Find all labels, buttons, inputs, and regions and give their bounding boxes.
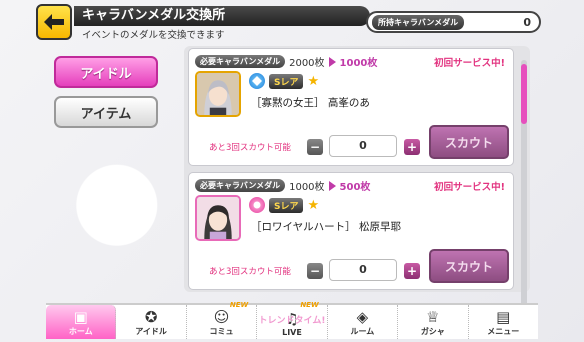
cute-attribute-icon	[249, 197, 265, 213]
bottom-nav: ▣ ホーム ✪ アイドル NEW ☺ コミュ NEW トレンドタイム! ♫ LI…	[46, 301, 538, 339]
nav-commu[interactable]: NEW ☺ コミュ	[187, 301, 258, 339]
tab-item[interactable]: アイテム	[54, 96, 158, 128]
nav-idol[interactable]: ✪ アイドル	[116, 305, 187, 339]
first-service-label: 初回サービス中!	[434, 182, 505, 193]
scrollbar[interactable]	[521, 60, 527, 336]
original-cost: 1000枚	[289, 182, 325, 193]
scout-button[interactable]: スカウト	[429, 249, 509, 283]
star-icon: ★	[307, 197, 320, 213]
attribute-row: Sレア ★	[249, 197, 319, 213]
discounted-cost: 1000枚	[339, 58, 378, 69]
nav-menu[interactable]: ▤ メニュー	[469, 305, 538, 339]
new-badge: NEW	[229, 301, 249, 309]
quantity-minus-button[interactable]: −	[307, 139, 323, 155]
nav-home[interactable]: ▣ ホーム	[46, 305, 117, 339]
quantity-plus-button[interactable]: +	[404, 139, 420, 155]
nav-label: アイドル	[135, 327, 167, 336]
page-title: キャラバンメダル交換所	[74, 6, 370, 26]
required-cost-row: 必要キャラバンメダル 2000枚 1000枚	[195, 54, 377, 69]
idol-portrait[interactable]	[195, 71, 241, 117]
arrow-right-icon	[328, 56, 336, 67]
scout-button[interactable]: スカウト	[429, 125, 509, 159]
owned-medals-value: 0	[523, 15, 531, 29]
nav-label: LIVE	[282, 328, 302, 337]
nav-label: ホーム	[68, 327, 93, 336]
required-medal-label: 必要キャラバンメダル	[195, 55, 286, 68]
quantity-plus-button[interactable]: +	[404, 263, 420, 279]
idol-portrait-image	[197, 197, 239, 239]
nav-label: コミュ	[209, 327, 234, 336]
first-service-label: 初回サービス中!	[434, 58, 505, 69]
idol-portrait-image	[197, 73, 239, 115]
rarity-badge: Sレア	[269, 73, 304, 89]
idol-portrait[interactable]	[195, 195, 241, 241]
back-button[interactable]	[36, 4, 72, 40]
home-icon: ▣	[73, 308, 88, 326]
header: キャラバンメダル交換所 イベントのメダルを交換できます	[36, 4, 370, 44]
owned-medals-display: 所持キャラバンメダル 0	[366, 11, 541, 33]
quantity-minus-button[interactable]: −	[307, 263, 323, 279]
quantity-field[interactable]: 0	[329, 259, 397, 281]
star-icon: ★	[307, 73, 320, 89]
gacha-icon: ♕	[426, 308, 440, 326]
cube-icon: ◈	[356, 308, 369, 326]
chat-icon: ☺	[213, 308, 230, 326]
arrow-right-icon	[328, 180, 336, 191]
nav-room[interactable]: ◈ ルーム	[328, 305, 399, 339]
idol-name: ［ロワイヤルハート］ 松原早耶	[251, 221, 402, 233]
scrollbar-thumb[interactable]	[521, 64, 527, 124]
required-medal-label: 必要キャラバンメダル	[195, 179, 286, 192]
idol-name: ［寡黙の女王］ 高峯のあ	[251, 97, 370, 109]
remaining-scouts: あと3回スカウト可能	[209, 267, 291, 277]
exchange-list[interactable]: 必要キャラバンメダル 2000枚 1000枚 初回サービス中! Sレア ★ ［寡…	[184, 46, 530, 336]
menu-icon: ▤	[496, 308, 511, 326]
nav-live[interactable]: NEW トレンドタイム! ♫ LIVE	[257, 301, 328, 339]
owned-medals-label: 所持キャラバンメダル	[372, 14, 465, 30]
discounted-cost: 500枚	[339, 182, 371, 193]
new-badge: NEW	[300, 301, 319, 309]
trend-time-label: トレンドタイム!	[258, 316, 326, 326]
back-arrow-icon	[44, 14, 64, 30]
required-cost-row: 必要キャラバンメダル 1000枚 500枚	[195, 178, 370, 193]
nav-label: ガシャ	[420, 327, 445, 336]
tab-idol[interactable]: アイドル	[54, 56, 158, 88]
page-subtitle: イベントのメダルを交換できます	[82, 30, 225, 41]
rarity-badge: Sレア	[269, 197, 304, 213]
nav-label: メニュー	[487, 327, 520, 336]
attribute-row: Sレア ★	[249, 73, 319, 89]
exchange-card: 必要キャラバンメダル 2000枚 1000枚 初回サービス中! Sレア ★ ［寡…	[188, 48, 514, 166]
quantity-field[interactable]: 0	[329, 135, 397, 157]
cool-attribute-icon	[249, 73, 265, 89]
nav-label: ルーム	[350, 327, 375, 336]
star-badge-icon: ✪	[144, 308, 158, 326]
original-cost: 2000枚	[289, 58, 325, 69]
exchange-card: 必要キャラバンメダル 1000枚 500枚 初回サービス中! Sレア ★ ［ロワ…	[188, 172, 514, 290]
remaining-scouts: あと3回スカウト可能	[209, 143, 291, 153]
nav-gacha[interactable]: ♕ ガシャ	[398, 305, 469, 339]
